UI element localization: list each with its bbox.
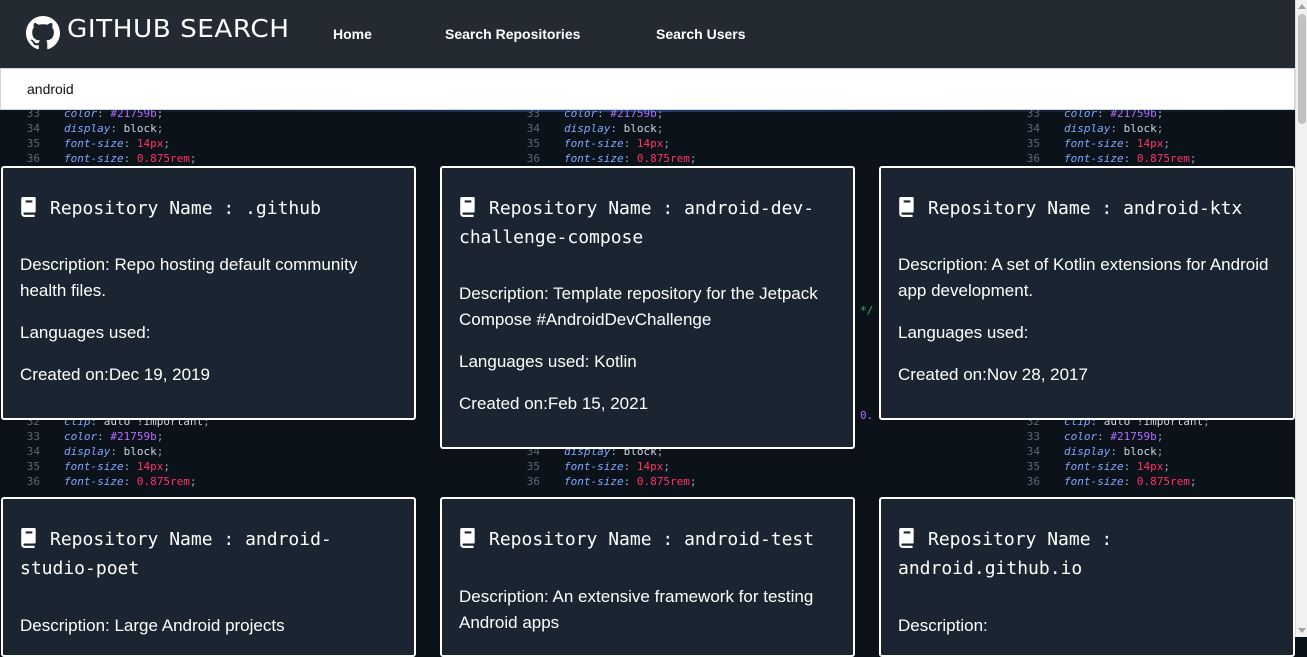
repo-created: Created on:Dec 19, 2019 (20, 365, 210, 384)
repo-name: Repository Name : android-studio-poet (20, 529, 332, 579)
code-line: 33color: #21759b; (1026, 430, 1164, 443)
repo-card-title: Repository Name : android.github.io (898, 525, 1279, 583)
repo-card[interactable]: Repository Name : android-dev-challenge-… (440, 166, 855, 449)
repo-card-title: Repository Name : android-studio-poet (20, 525, 400, 583)
code-line: 35 font-size: 14px; (26, 460, 170, 473)
code-line: 36 font-size: 0.875rem; (526, 475, 697, 488)
repo-description: Description: An extensive framework for … (459, 587, 814, 632)
book-icon (460, 528, 475, 548)
code-line: 33color: #21759b; (26, 430, 164, 443)
repo-card[interactable]: Repository Name : android-ktx Descriptio… (879, 166, 1295, 420)
github-octocat-icon[interactable] (26, 16, 60, 50)
repo-card-body: Description: An extensive framework for … (459, 584, 839, 652)
brand-title[interactable]: GITHUB SEARCH (67, 14, 289, 43)
repo-created: Created on:Feb 15, 2021 (459, 394, 649, 413)
book-icon (899, 197, 914, 217)
repo-created: Created on:Nov 28, 2017 (898, 365, 1088, 384)
book-icon (899, 528, 914, 548)
repo-description: Description: A set of Kotlin extensions … (898, 255, 1269, 300)
repo-description: Description: Repo hosting default commun… (20, 255, 358, 300)
code-line: 34 display: block; (26, 122, 164, 135)
code-column: 33color: #21759b;34display: block;35font… (0, 106, 450, 166)
code-line: 36 font-size: 0.875rem; (1026, 475, 1197, 488)
code-line: 36 font-size: 0.875rem; (1026, 152, 1197, 165)
book-icon (460, 197, 475, 217)
page-scrollbar[interactable] (1295, 0, 1307, 637)
navbar: GITHUB SEARCH Home Search Repositories S… (0, 0, 1295, 69)
repo-name: Repository Name : .github (50, 198, 321, 219)
book-icon (21, 197, 36, 217)
repo-description: Description: Large Android projects (20, 616, 285, 635)
repo-name: Repository Name : android.github.io (898, 529, 1113, 579)
nav-search-users[interactable]: Search Users (656, 26, 746, 42)
repo-card[interactable]: Repository Name : android.github.io Desc… (879, 497, 1295, 657)
repo-card-title: Repository Name : android-ktx (898, 194, 1279, 223)
code-line: 36 font-size: 0.875rem; (26, 152, 197, 165)
repo-card-title: Repository Name : .github (20, 194, 400, 223)
code-line: 35 font-size: 14px; (1026, 460, 1170, 473)
repo-name: Repository Name : android-ktx (928, 198, 1243, 219)
code-fragment: 0. (860, 409, 874, 422)
code-line: 35 font-size: 14px; (26, 137, 170, 150)
glow-line (0, 110, 1295, 112)
code-line: 35 font-size: 14px; (526, 137, 670, 150)
repo-languages: Languages used: (898, 323, 1029, 342)
repo-card-title: Repository Name : android-test (459, 525, 839, 554)
book-icon (21, 528, 36, 548)
code-column: 32 clip: auto !important; 33 color: #21759b… (1000, 418, 1295, 489)
scroll-down-arrow-icon[interactable] (1298, 628, 1306, 633)
nav-search-repositories[interactable]: Search Repositories (445, 26, 580, 42)
code-column: 32 clip: auto !important; 33 color: #21759b… (0, 418, 450, 489)
repo-name: Repository Name : android-test (489, 529, 815, 550)
repo-description: Description: (898, 616, 988, 635)
repo-languages: Languages used: Kotlin (459, 352, 637, 371)
repo-card-body: Description: Template repository for the… (459, 281, 839, 433)
code-line: 35 font-size: 14px; (1026, 137, 1170, 150)
code-column: 33color: #21759b;34display: block;35font… (1000, 106, 1295, 166)
code-line: 34 display: block; (26, 445, 164, 458)
code-line: 36 font-size: 0.875rem; (26, 475, 197, 488)
code-column: 33color: #21759b;34display: block;35font… (500, 106, 950, 166)
repo-description: Description: Template repository for the… (459, 284, 818, 329)
repo-card-title: Repository Name : android-dev-challenge-… (459, 194, 839, 252)
repo-card[interactable]: Repository Name : android-test Descripti… (440, 497, 855, 657)
repo-card[interactable]: Repository Name : .github Description: R… (1, 166, 416, 420)
nav-home[interactable]: Home (333, 26, 372, 42)
repo-card-body: Description: A set of Kotlin extensions … (898, 252, 1279, 404)
code-line: 36 font-size: 0.875rem; (526, 152, 697, 165)
scroll-thumb[interactable] (1298, 14, 1306, 124)
repo-card-body: Description: Large Android projects (20, 613, 400, 655)
code-line: 34 display: block; (1026, 122, 1164, 135)
code-line: 35 font-size: 14px; (526, 460, 670, 473)
search-bar (0, 68, 1295, 110)
repo-card-body: Description: Repo hosting default commun… (20, 252, 400, 404)
repo-card-body: Description: (898, 613, 1279, 655)
search-input[interactable] (1, 69, 1294, 109)
code-fragment: */ (860, 304, 874, 317)
code-line: 34 display: block; (1026, 445, 1164, 458)
repo-name: Repository Name : android-dev-challenge-… (459, 198, 815, 248)
code-line: 34 display: block; (526, 122, 664, 135)
repo-card[interactable]: Repository Name : android-studio-poet De… (1, 497, 416, 657)
scroll-up-arrow-icon[interactable] (1298, 4, 1306, 9)
background-code-top: 33 color: #21759b; 34 display: block; 35 font… (0, 106, 1295, 166)
repo-languages: Languages used: (20, 323, 151, 342)
